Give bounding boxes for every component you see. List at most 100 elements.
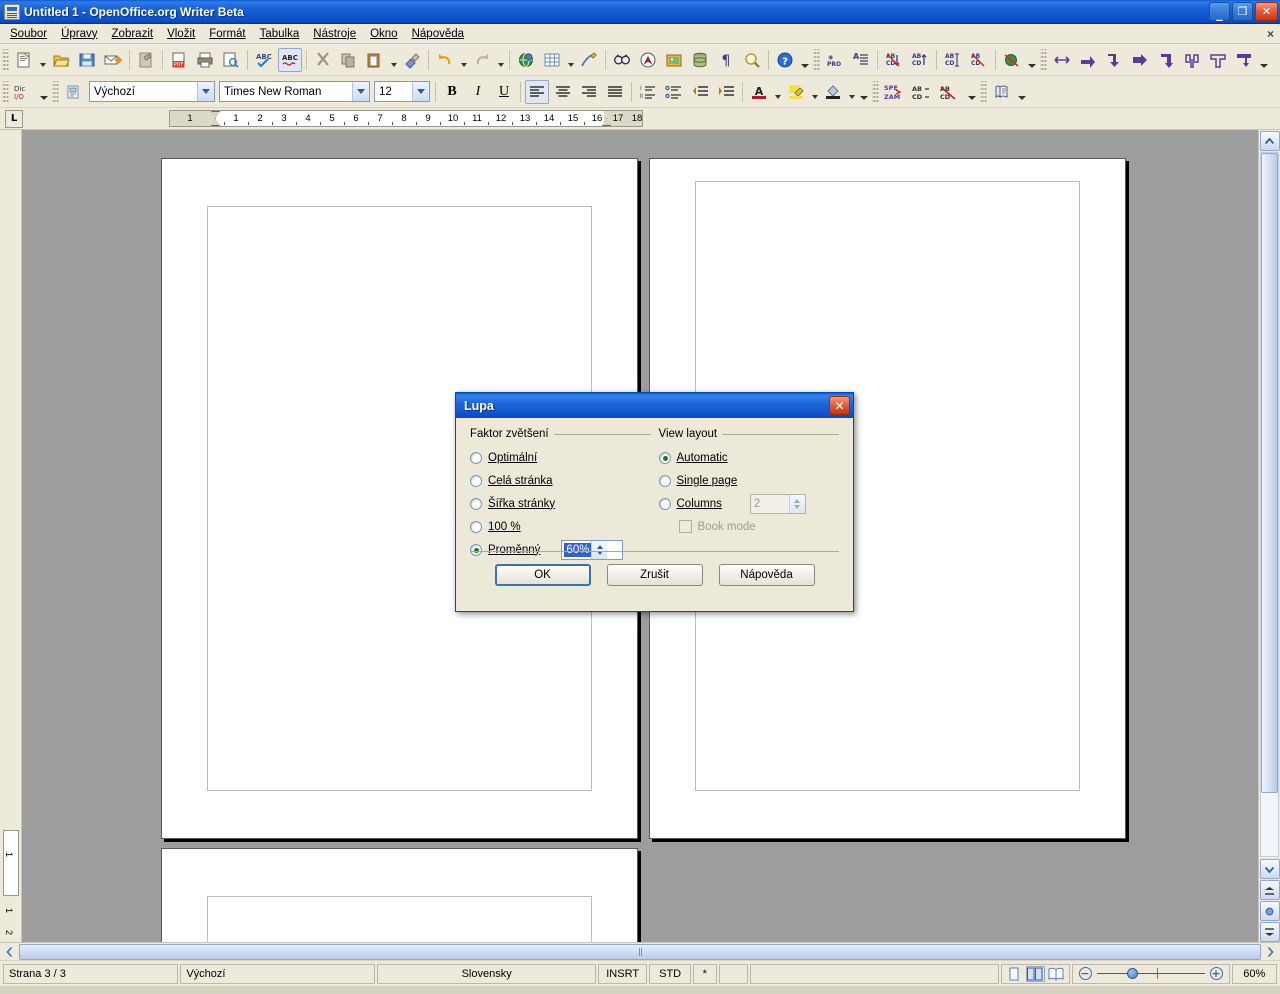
highlighting-dropdown-icon[interactable]	[809, 80, 820, 104]
zoom-slider-knob[interactable]	[1126, 968, 1138, 979]
horizontal-scroll-track[interactable]	[19, 943, 1261, 960]
close-button[interactable]: ✕	[1255, 2, 1278, 21]
variable-zoom-spinner-buttons[interactable]	[591, 540, 608, 559]
gallery-icon[interactable]	[662, 48, 686, 72]
arrow-down-t-icon[interactable]	[1232, 48, 1256, 72]
scroll-left-button[interactable]	[1, 944, 18, 960]
navigation-button[interactable]	[1259, 901, 1280, 921]
zoom-out-button[interactable]: −	[1078, 967, 1092, 980]
export-pdf-icon[interactable]: PDF	[167, 48, 191, 72]
paragraph-style-dropdown-icon[interactable]	[197, 82, 214, 101]
status-insert-mode[interactable]: INSRT	[597, 963, 648, 984]
ordered-list-icon[interactable]: I II	[636, 80, 660, 104]
scroll-toolbar-grip[interactable]	[980, 80, 987, 103]
style-toolbar-grip[interactable]	[52, 80, 59, 103]
paste-dropdown-icon[interactable]	[388, 48, 399, 72]
page-3[interactable]	[161, 848, 638, 942]
arrows-toolbar-grip[interactable]	[1040, 48, 1047, 71]
underline-button[interactable]: U	[492, 80, 516, 104]
scroll-down-button[interactable]	[1259, 859, 1280, 879]
status-digital-signature[interactable]	[718, 963, 749, 984]
hyperlink-icon[interactable]	[514, 48, 538, 72]
status-zoom-value[interactable]: 60%	[1231, 963, 1277, 984]
variable-zoom-spinner[interactable]: 60%	[561, 539, 624, 560]
scroll-up-button[interactable]	[1259, 131, 1280, 151]
tab-stop-selector[interactable]: L	[5, 109, 23, 128]
dictionary-toolbar-overflow-icon[interactable]	[37, 78, 50, 106]
zoom-dialog-close-button[interactable]: ✕	[829, 396, 850, 415]
cancel-button[interactable]: Zrušit	[606, 564, 703, 586]
globe-strike-icon[interactable]	[1000, 48, 1024, 72]
open-document-icon[interactable]	[49, 48, 73, 72]
font-color-dropdown-icon[interactable]	[772, 80, 783, 104]
scroll-right-button[interactable]	[1262, 944, 1279, 960]
save-document-icon[interactable]	[75, 48, 99, 72]
email-document-icon[interactable]	[101, 48, 125, 72]
radio-whole-page[interactable]: Celá stránka	[470, 469, 651, 492]
spinner-up-icon[interactable]	[794, 498, 801, 503]
arrow-t-icon[interactable]	[1206, 48, 1230, 72]
zoom-slider[interactable]: − +	[1071, 963, 1230, 984]
radio-variable-indicator[interactable]	[470, 543, 482, 556]
arrow-corner-down-icon[interactable]	[1102, 48, 1126, 72]
toolbar-grip[interactable]	[2, 48, 9, 71]
restore-button[interactable]: ❐	[1232, 2, 1253, 21]
zoom-slider-track[interactable]	[1096, 967, 1205, 980]
copy-icon[interactable]	[337, 48, 361, 72]
insert-table-icon[interactable]	[540, 48, 564, 72]
radio-page-width-indicator[interactable]	[470, 497, 482, 510]
menu-vlozit[interactable]: Vložit	[160, 26, 202, 42]
spell-toolbar-grip[interactable]	[872, 80, 879, 103]
font-name-combo[interactable]: Times New Roman	[219, 81, 370, 102]
radio-100-percent[interactable]: 100 %	[470, 515, 651, 538]
spell-toolbar-overflow-icon[interactable]	[965, 78, 978, 106]
align-right-icon[interactable]	[577, 80, 601, 104]
radio-automatic[interactable]: Automatic	[658, 446, 840, 469]
justified-icon[interactable]	[603, 80, 627, 104]
paragraph-style-combo[interactable]: Výchozí	[89, 81, 215, 102]
radio-optimal-indicator[interactable]	[470, 451, 482, 464]
zoom-icon[interactable]	[740, 48, 764, 72]
increase-indent-icon[interactable]	[714, 80, 738, 104]
menu-format[interactable]: Formát	[202, 26, 252, 42]
clone-formatting-icon[interactable]	[400, 48, 424, 72]
zoom-in-button[interactable]: +	[1209, 967, 1223, 980]
abcd-strike-icon[interactable]: AB CD	[938, 80, 964, 104]
radio-automatic-indicator[interactable]	[658, 451, 671, 464]
arrow-right-bold-icon[interactable]	[1128, 48, 1152, 72]
bold-button[interactable]: B	[440, 80, 464, 104]
extra-toolbar-overflow-icon[interactable]	[1025, 46, 1038, 74]
close-document-button[interactable]: ×	[1267, 27, 1274, 41]
next-page-button[interactable]	[1259, 922, 1280, 942]
vertical-scrollbar[interactable]	[1258, 130, 1280, 942]
help-icon[interactable]: ?	[773, 48, 797, 72]
scroll-toolbar-overflow-icon[interactable]	[1015, 78, 1028, 106]
scroll-text-icon[interactable]	[990, 80, 1014, 104]
arrow-down-corner-icon[interactable]	[1154, 48, 1178, 72]
radio-columns[interactable]: Columns 2	[658, 492, 840, 515]
arrows-toolbar-overflow-icon[interactable]	[1257, 46, 1270, 74]
spinner-up-icon[interactable]	[596, 544, 603, 549]
change-case-icon[interactable]: ◉ PRO	[823, 48, 847, 72]
status-selection-mode[interactable]: STD	[649, 963, 691, 984]
redo-icon[interactable]	[470, 48, 494, 72]
vertical-scroll-thumb[interactable]	[1261, 153, 1278, 793]
insert-table-dropdown-icon[interactable]	[565, 48, 576, 72]
spinner-down-icon[interactable]	[794, 504, 801, 509]
radio-page-width[interactable]: Šířka stránky	[470, 492, 651, 515]
variable-zoom-value[interactable]: 60%	[564, 542, 592, 557]
single-page-view-icon[interactable]	[1005, 966, 1024, 982]
minimize-button[interactable]: _	[1209, 2, 1230, 21]
subscript-strike-icon[interactable]: AB CD	[882, 48, 906, 72]
align-left-icon[interactable]	[525, 79, 549, 104]
vertical-ruler[interactable]: 1 1 2	[0, 130, 22, 942]
arrow-right-icon[interactable]	[1076, 48, 1100, 72]
dictionary-io-icon[interactable]: Dic I/O	[12, 80, 36, 104]
radio-whole-page-indicator[interactable]	[470, 474, 482, 487]
apply-style-icon[interactable]	[62, 80, 86, 104]
formatting-toolbar-overflow-icon[interactable]	[857, 78, 870, 106]
align-center-icon[interactable]	[551, 80, 575, 104]
redo-dropdown-icon[interactable]	[495, 48, 506, 72]
undo-dropdown-icon[interactable]	[458, 48, 469, 72]
ok-button[interactable]: OK	[494, 564, 591, 586]
